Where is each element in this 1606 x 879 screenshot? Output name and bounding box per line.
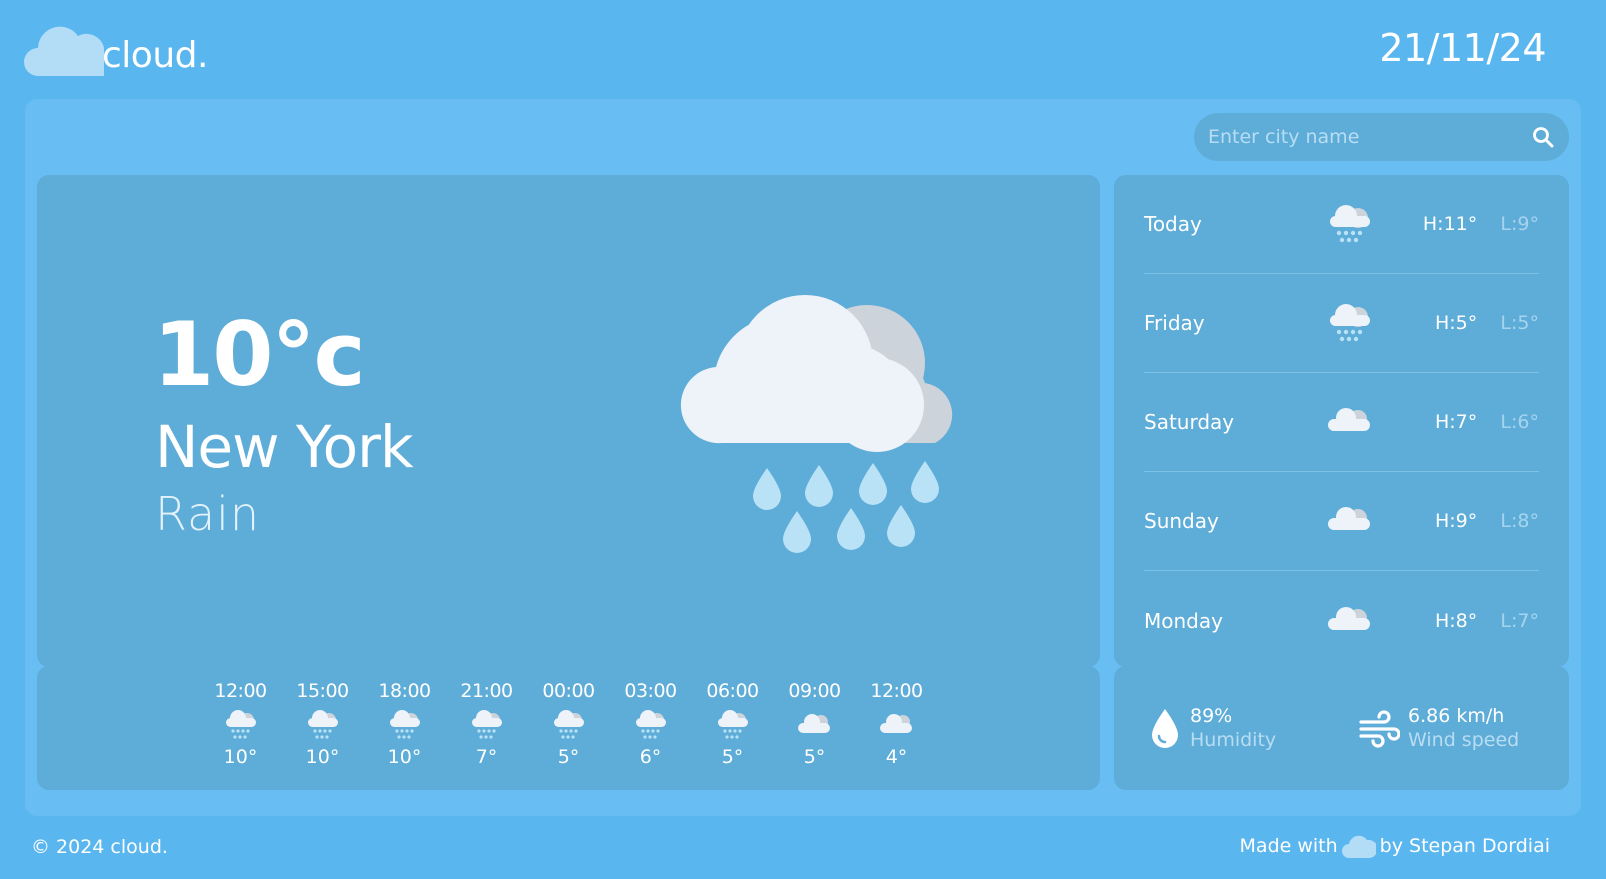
rain-cloud-icon (385, 708, 425, 742)
low-temp: L:8° (1500, 510, 1539, 532)
hour-time: 18:00 (378, 680, 431, 702)
cloudy-icon (877, 708, 917, 742)
hourly-forecast: 12:00 10° 15:00 10° 18:00 10° 21:00 7° 00:00 5° 03… (37, 666, 1100, 790)
rain-cloud-icon (549, 708, 589, 742)
daily-forecast: Today H:11° L:9° Friday H:5° L:5° Saturd… (1114, 175, 1569, 667)
low-temp: L:6° (1500, 411, 1539, 433)
forecast-row: Friday H:5° L:5° (1144, 274, 1539, 373)
cloudy-icon (1311, 406, 1389, 438)
hour-time: 12:00 (870, 680, 923, 702)
day-name: Today (1144, 212, 1202, 236)
rain-cloud-icon (713, 708, 753, 742)
humidity-value: 89% (1190, 705, 1233, 727)
hourly-item: 09:00 5° (782, 680, 848, 790)
wind-value: 6.86 km/h (1408, 705, 1505, 727)
high-temp: H:7° (1434, 411, 1478, 433)
humidity-label: Humidity (1190, 729, 1277, 751)
hourly-item: 12:00 10° (208, 680, 274, 790)
main-panel: 10°c New York Rain (25, 99, 1581, 816)
city-search-input[interactable] (1208, 126, 1531, 148)
wind-icon (1359, 710, 1400, 748)
cloudy-icon (1311, 605, 1389, 637)
city-name: New York (155, 413, 414, 481)
forecast-row: Sunday H:9° L:8° (1144, 472, 1539, 571)
cloudy-icon (1311, 505, 1389, 537)
rain-cloud-icon (303, 708, 343, 742)
low-temp: L:9° (1500, 213, 1539, 235)
forecast-row: Saturday H:7° L:6° (1144, 373, 1539, 472)
hourly-item: 03:00 6° (618, 680, 684, 790)
low-temp: L:5° (1500, 312, 1539, 334)
footer-copyright: © 2024 cloud. (31, 836, 168, 858)
day-name: Monday (1144, 608, 1223, 633)
hourly-item: 21:00 7° (454, 680, 520, 790)
forecast-row: Monday H:8° L:7° (1144, 571, 1539, 670)
search-icon[interactable] (1531, 125, 1555, 149)
hour-temp: 10° (387, 746, 422, 768)
cloud-logo-icon (24, 26, 104, 76)
hourly-item: 00:00 5° (536, 680, 602, 790)
author-text: by Stepan Dordiai (1379, 835, 1550, 857)
hour-time: 21:00 (460, 680, 513, 702)
hourly-item: 15:00 10° (290, 680, 356, 790)
hourly-item: 18:00 10° (372, 680, 438, 790)
high-temp: H:11° (1422, 213, 1478, 235)
hourly-item: 12:00 4° (864, 680, 930, 790)
rain-cloud-icon (631, 708, 671, 742)
water-drop-icon (1152, 709, 1178, 748)
day-name: Saturday (1144, 410, 1235, 434)
hour-time: 15:00 (296, 680, 349, 702)
weather-condition: Rain (155, 487, 261, 541)
hourly-item: 06:00 5° (700, 680, 766, 790)
hour-time: 03:00 (624, 680, 677, 702)
hour-temp: 5° (557, 746, 580, 768)
hour-temp: 5° (721, 746, 744, 768)
day-name: Friday (1144, 311, 1205, 335)
logo[interactable]: cloud. (24, 20, 208, 76)
cloudy-icon (795, 708, 835, 742)
high-temp: H:5° (1434, 312, 1478, 334)
hour-temp: 10° (223, 746, 258, 768)
rain-cloud-icon (680, 295, 953, 553)
rain-cloud-icon (467, 708, 507, 742)
current-temperature: 10°c (153, 303, 366, 406)
rain-cloud-icon (221, 708, 261, 742)
hour-temp: 7° (475, 746, 498, 768)
rain-cloud-icon (1311, 204, 1389, 244)
logo-text: cloud. (102, 35, 208, 76)
high-temp: H:8° (1434, 609, 1478, 632)
hour-temp: 5° (803, 746, 826, 768)
forecast-row: Today H:11° L:9° (1144, 175, 1539, 274)
weather-app: cloud. 21/11/24 10°c New York Rain (0, 0, 1606, 879)
humidity-stat: 89% Humidity (1148, 705, 1358, 751)
current-weather-card: 10°c New York Rain (37, 175, 1100, 667)
high-temp: H:9° (1434, 510, 1478, 532)
rain-cloud-icon (1311, 303, 1389, 343)
hour-temp: 6° (639, 746, 662, 768)
low-temp: L:7° (1500, 609, 1539, 632)
day-name: Sunday (1144, 509, 1219, 533)
hour-time: 06:00 (706, 680, 759, 702)
hour-time: 00:00 (542, 680, 595, 702)
weather-stats: 89% Humidity 6.86 km/h Wind speed (1114, 666, 1569, 790)
hour-temp: 10° (305, 746, 340, 768)
hour-temp: 4° (885, 746, 908, 768)
cloud-icon (1341, 835, 1376, 858)
search-bar (1194, 113, 1569, 161)
wind-label: Wind speed (1408, 729, 1520, 751)
hour-time: 09:00 (788, 680, 841, 702)
wind-stat: 6.86 km/h Wind speed (1358, 705, 1568, 751)
footer-credit: Made with by Stepan Dordiai (1240, 834, 1550, 858)
made-with-text: Made with (1239, 835, 1338, 857)
hour-time: 12:00 (214, 680, 267, 702)
current-date: 21/11/24 (1379, 26, 1546, 70)
